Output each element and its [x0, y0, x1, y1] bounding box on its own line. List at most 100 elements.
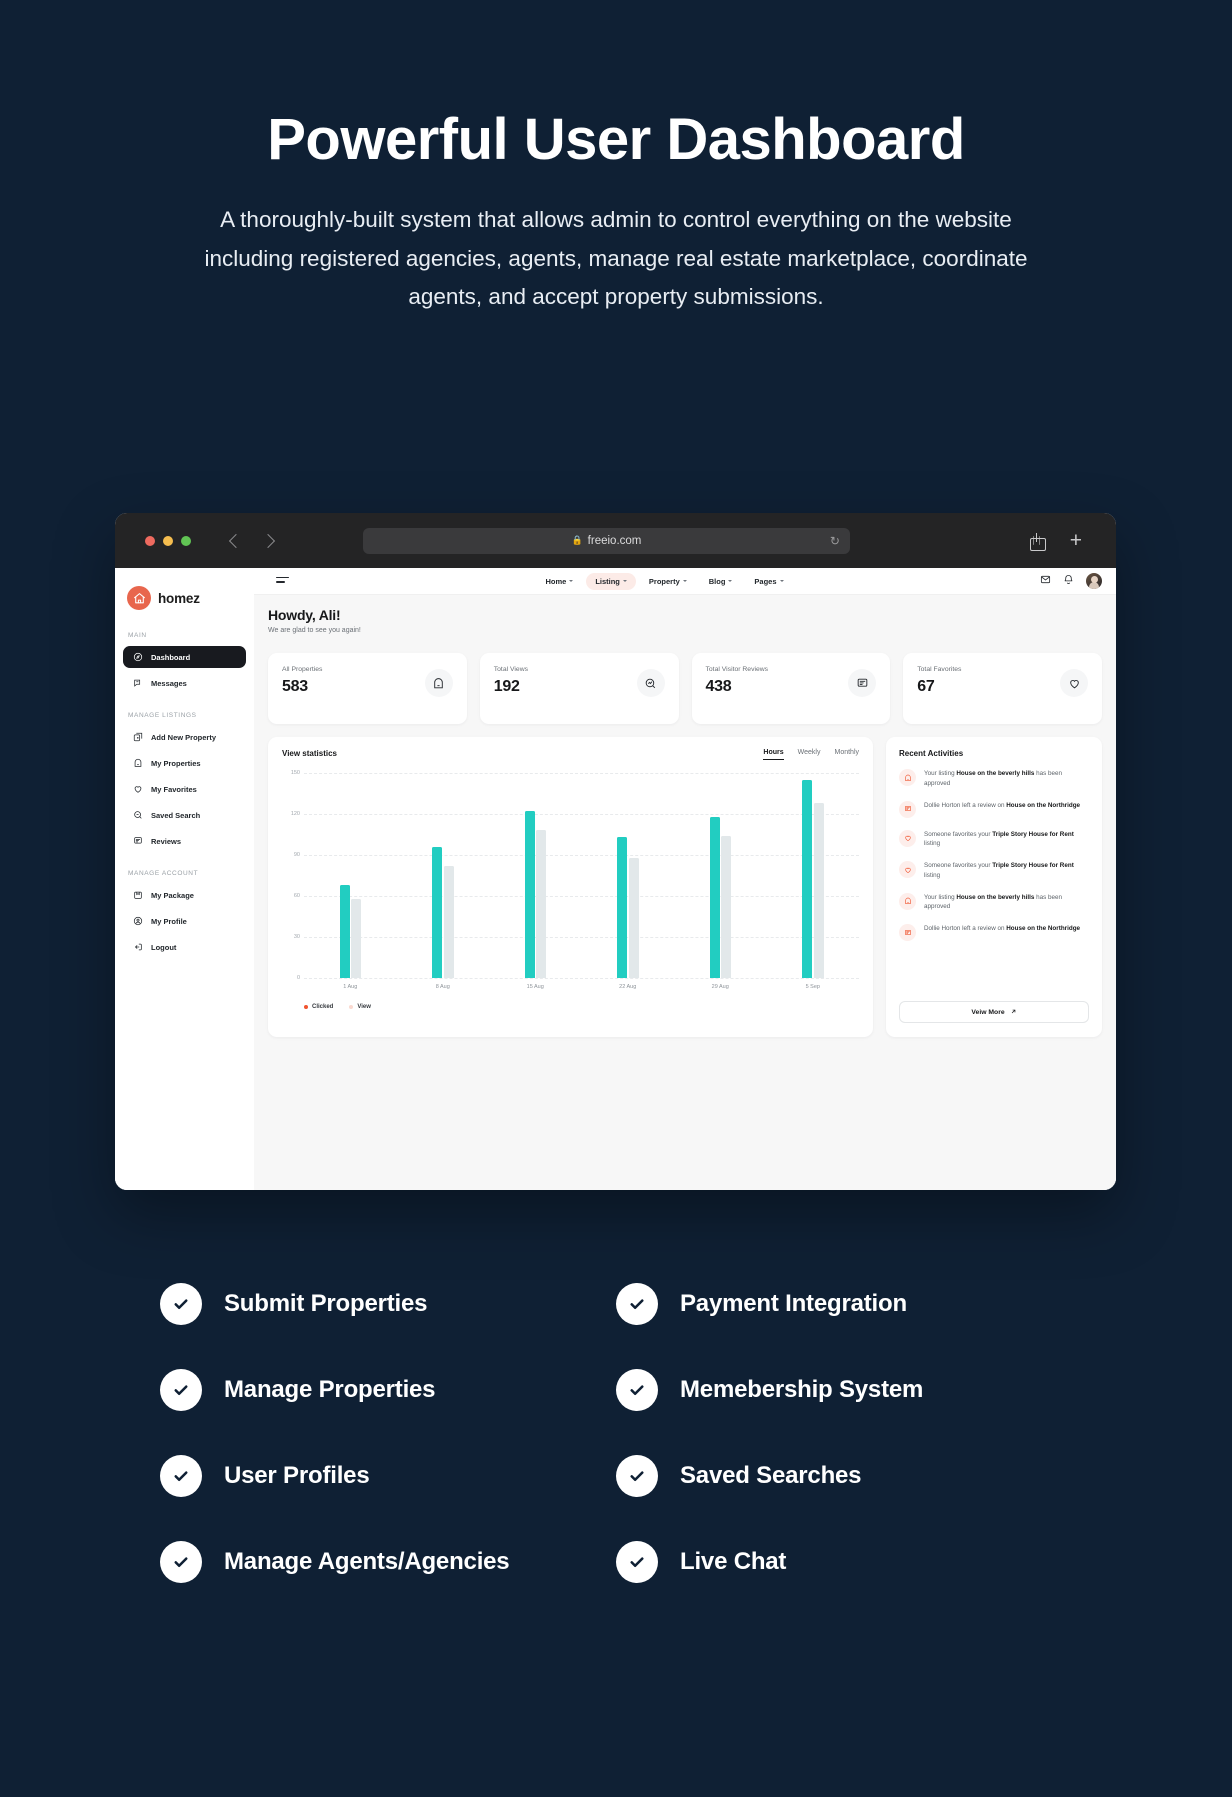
stat-card-total-views[interactable]: Total Views 192	[479, 653, 679, 724]
check-icon	[160, 1541, 202, 1583]
nav-item-blog[interactable]: Blog	[700, 573, 742, 590]
reload-icon[interactable]: ↻	[830, 534, 840, 548]
sidebar-item-my-profile[interactable]: My Profile	[123, 910, 246, 932]
tab-hours[interactable]: Hours	[763, 749, 784, 760]
bar-group	[767, 773, 860, 978]
feature-label: Manage Properties	[224, 1376, 436, 1403]
sidebar-group-main: Dashboard Messages	[115, 646, 254, 694]
heart-icon	[1060, 669, 1088, 697]
bar-clicked[interactable]	[709, 816, 720, 978]
hamburger-icon[interactable]	[276, 576, 289, 586]
home-tag-icon	[424, 669, 453, 697]
bar-view[interactable]	[628, 857, 639, 978]
activity-item[interactable]: Your listing House on the beverly hills …	[899, 892, 1089, 913]
bar-view[interactable]	[813, 803, 824, 978]
browser-nav-arrows[interactable]	[228, 533, 276, 548]
home-tag-icon	[899, 769, 916, 786]
activity-item[interactable]: Your listing House on the beverly hills …	[899, 769, 1089, 789]
address-bar[interactable]: 🔒 freeio.com ↻	[362, 527, 850, 554]
legend-item-clicked: Clicked	[304, 1004, 333, 1010]
plus-icon[interactable]: +	[1070, 530, 1082, 551]
share-icon[interactable]	[1029, 532, 1046, 551]
y-axis-tick: 90	[293, 852, 300, 858]
bar-clicked[interactable]	[339, 885, 350, 978]
legend-dot-clicked	[304, 1005, 308, 1009]
sidebar-section-label-manage-listings: MANAGE LISTINGS	[128, 712, 197, 719]
bar-clicked[interactable]	[802, 779, 812, 978]
back-arrow-icon[interactable]	[228, 533, 244, 548]
stat-card-all-properties[interactable]: All Properties 583	[268, 653, 467, 724]
sidebar-item-add-new-property[interactable]: Add New Property	[123, 726, 246, 748]
tab-weekly[interactable]: Weekly	[798, 749, 821, 760]
envelope-icon[interactable]	[1040, 572, 1051, 590]
stat-value: 438	[705, 678, 732, 695]
hero-section: Powerful User Dashboard A thoroughly-bui…	[0, 0, 1232, 317]
feature-item: Manage Properties	[160, 1369, 616, 1411]
bar-view[interactable]	[536, 830, 546, 978]
chart-title: View statistics	[282, 749, 337, 758]
activity-item[interactable]: Dollie Horton left a review on House on …	[899, 924, 1089, 941]
bar-group	[397, 773, 490, 978]
feature-item: Saved Searches	[616, 1455, 1072, 1497]
x-axis-labels: 1 Aug 8 Aug 15 Aug 22 Aug 29 Aug 5 Sep	[304, 984, 859, 990]
browser-window: 🔒 freeio.com ↻ + homez MAIN Dashboard Me…	[115, 513, 1116, 1190]
activity-text: Someone favorites your Triple Story Hous…	[924, 862, 1074, 879]
lock-icon: 🔒	[571, 535, 583, 545]
close-window-dot[interactable]	[145, 535, 155, 546]
activity-text: Dollie Horton left a review on House on …	[924, 925, 1081, 932]
stat-card-total-favorites[interactable]: Total Favorites 67	[903, 653, 1102, 724]
brand[interactable]: homez	[115, 578, 254, 614]
bar-group	[582, 773, 675, 978]
activity-item[interactable]: Someone favorites your Triple Story Hous…	[899, 861, 1089, 881]
activity-item[interactable]: Someone favorites your Triple Story Hous…	[899, 829, 1089, 850]
bar-view[interactable]	[721, 835, 731, 978]
sidebar-item-my-properties[interactable]: My Properties	[123, 752, 246, 774]
bar-clicked[interactable]	[524, 811, 535, 978]
sidebar-item-my-package[interactable]: My Package	[123, 884, 246, 906]
check-icon	[616, 1541, 658, 1583]
bar-clicked[interactable]	[432, 846, 442, 978]
avatar[interactable]	[1086, 573, 1102, 589]
bar-group	[304, 773, 397, 978]
sidebar-item-reviews[interactable]: Reviews	[123, 830, 246, 852]
feature-item: Live Chat	[616, 1541, 1072, 1583]
sidebar-item-logout[interactable]: Logout	[123, 936, 246, 958]
check-icon	[160, 1283, 202, 1325]
nav-item-property[interactable]: Property	[640, 573, 696, 590]
view-more-button[interactable]: Veiw More	[899, 1001, 1089, 1023]
chevron-down-icon	[569, 580, 574, 582]
heart-icon	[132, 784, 143, 795]
sidebar-item-label: Messages	[151, 678, 187, 688]
sidebar-item-dashboard[interactable]: Dashboard	[123, 646, 246, 668]
bar-view[interactable]	[443, 865, 454, 978]
check-icon	[160, 1369, 202, 1411]
window-controls[interactable]	[145, 535, 191, 546]
nav-item-listing[interactable]: Listing	[586, 572, 636, 590]
forward-arrow-icon[interactable]	[260, 533, 276, 548]
sidebar-item-saved-search[interactable]: Saved Search	[123, 804, 246, 826]
topbar-actions	[1040, 572, 1102, 590]
bar-clicked[interactable]	[617, 837, 627, 978]
heart-icon	[899, 829, 916, 847]
feature-item: Payment Integration	[616, 1283, 1072, 1325]
tab-monthly[interactable]: Monthly	[834, 749, 859, 760]
x-axis-tick: 1 Aug	[343, 984, 358, 990]
minimize-window-dot[interactable]	[163, 535, 173, 546]
top-navbar: Home Listing Property Blog Pages	[254, 568, 1116, 595]
activities-list: Your listing House on the beverly hills …	[899, 769, 1089, 1001]
nav-item-pages[interactable]: Pages	[745, 573, 792, 590]
sidebar-item-my-favorites[interactable]: My Favorites	[123, 778, 246, 800]
brand-name: homez	[158, 590, 200, 606]
bell-icon[interactable]	[1063, 572, 1074, 590]
stat-card-total-visitor-reviews[interactable]: Total Visitor Reviews 438	[691, 653, 891, 724]
bar-view[interactable]	[351, 898, 361, 978]
maximize-window-dot[interactable]	[181, 535, 191, 546]
page-subtitle: A thoroughly-built system that allows ad…	[204, 206, 1028, 310]
x-axis-tick: 15 Aug	[526, 984, 544, 990]
sidebar-item-messages[interactable]: Messages	[123, 672, 246, 694]
home-tag-icon	[899, 892, 916, 910]
feature-item: Memebership System	[616, 1369, 1072, 1411]
sidebar-section-label-main: MAIN	[128, 632, 147, 639]
activity-item[interactable]: Dollie Horton left a review on House on …	[899, 800, 1089, 818]
nav-item-home[interactable]: Home	[536, 573, 582, 590]
